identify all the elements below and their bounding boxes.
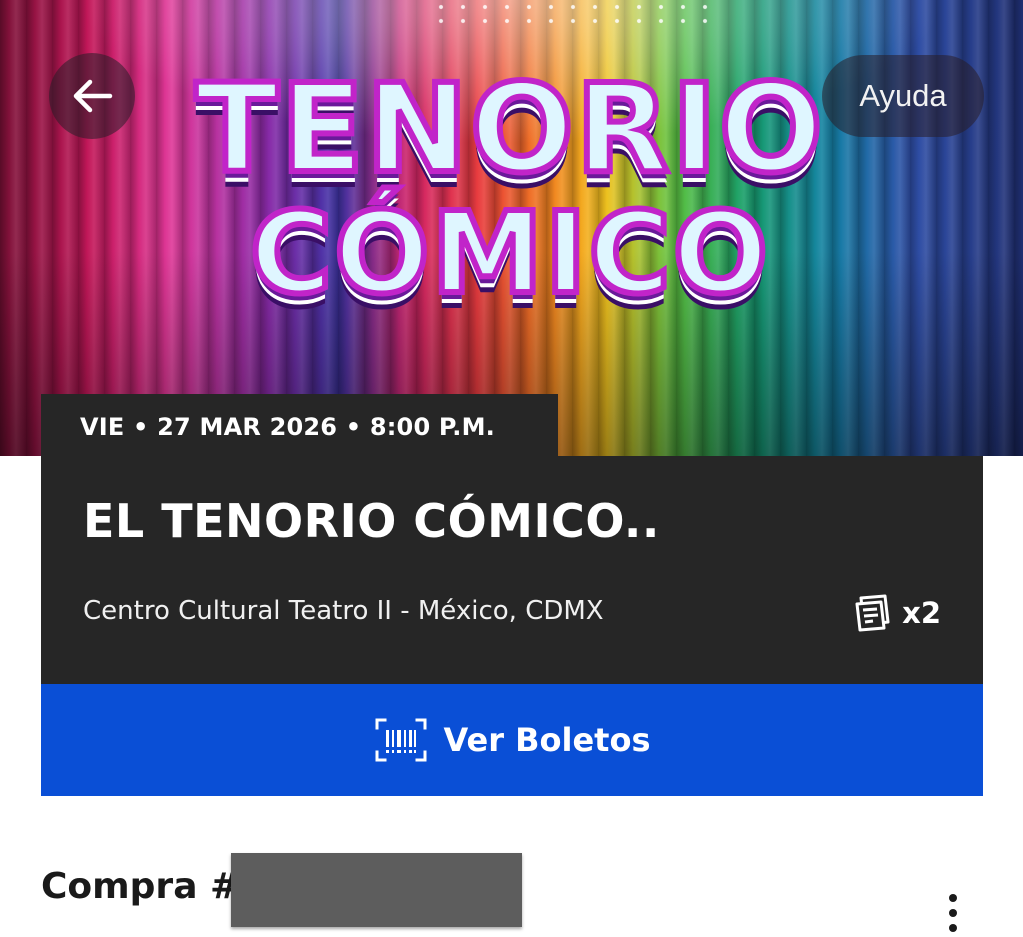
ticket-count: x2 xyxy=(852,592,941,634)
view-tickets-label: Ver Boletos xyxy=(443,721,651,759)
help-button[interactable]: Ayuda xyxy=(822,55,984,137)
event-title: EL TENORIO CÓMICO.. xyxy=(83,494,660,548)
event-logo: TENORIO CÓMICO xyxy=(150,58,870,368)
purchase-number-heading: Compra # xyxy=(41,866,241,907)
tickets-icon xyxy=(855,594,890,632)
logo-line-1: TENORIO xyxy=(192,58,825,200)
barcode-scan-icon xyxy=(375,718,427,762)
view-tickets-button[interactable]: Ver Boletos xyxy=(41,684,983,796)
ticket-count-value: x2 xyxy=(902,596,941,630)
event-date: VIE • 27 MAR 2026 • 8:00 P.M. xyxy=(41,394,558,460)
stage-lights-decoration xyxy=(430,0,710,30)
redacted-purchase-number xyxy=(231,853,522,927)
event-info-card: EL TENORIO CÓMICO.. Centro Cultural Teat… xyxy=(41,456,983,684)
more-options-button[interactable] xyxy=(938,888,968,937)
more-vertical-icon xyxy=(949,894,957,902)
back-button[interactable] xyxy=(49,53,135,139)
event-detail-screen: TENORIO CÓMICO Ayuda VIE • 27 MAR 2026 •… xyxy=(0,0,1023,937)
arrow-left-icon xyxy=(73,79,113,113)
logo-line-2: CÓMICO xyxy=(247,189,771,319)
event-venue: Centro Cultural Teatro II - México, CDMX xyxy=(83,596,604,626)
event-banner: TENORIO CÓMICO Ayuda xyxy=(0,0,1023,456)
